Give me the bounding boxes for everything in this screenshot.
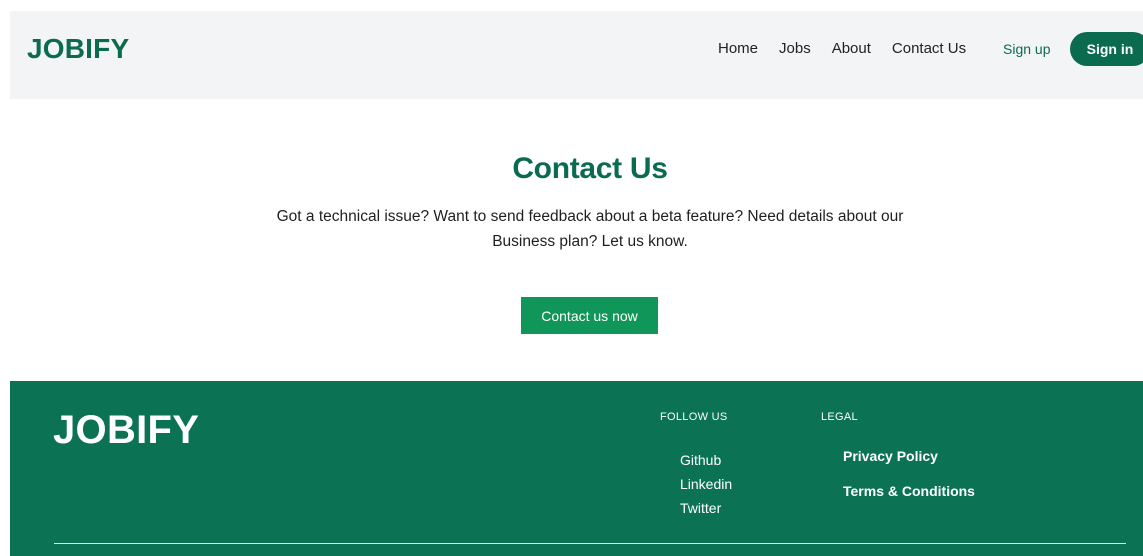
- legal-heading: LEGAL: [821, 411, 858, 423]
- privacy-policy-link[interactable]: Privacy Policy: [843, 447, 975, 465]
- github-link[interactable]: Github: [680, 448, 732, 472]
- page-title: Contact Us: [512, 152, 668, 185]
- nav-home[interactable]: Home: [718, 40, 758, 58]
- nav-jobs[interactable]: Jobs: [779, 40, 811, 58]
- header-logo[interactable]: JOBIFY: [27, 33, 129, 65]
- sign-up-link[interactable]: Sign up: [1003, 41, 1050, 57]
- sign-in-button[interactable]: Sign in: [1070, 32, 1143, 66]
- follow-us-heading: FOLLOW US: [660, 411, 728, 423]
- main-nav: Home Jobs About Contact Us: [718, 40, 966, 58]
- site-header: JOBIFY Home Jobs About Contact Us Sign u…: [10, 11, 1143, 99]
- nav-contact-us[interactable]: Contact Us: [892, 40, 966, 58]
- linkedin-link[interactable]: Linkedin: [680, 472, 732, 496]
- page: JOBIFY Home Jobs About Contact Us Sign u…: [0, 0, 1143, 556]
- terms-conditions-link[interactable]: Terms & Conditions: [843, 482, 975, 500]
- nav-about[interactable]: About: [832, 40, 871, 58]
- site-footer: JOBIFY FOLLOW US Github Linkedin Twitter…: [10, 381, 1143, 556]
- footer-divider: [54, 543, 1126, 544]
- twitter-link[interactable]: Twitter: [680, 496, 732, 520]
- contact-us-now-button[interactable]: Contact us now: [521, 297, 658, 334]
- legal-list: Privacy Policy Terms & Conditions: [843, 447, 975, 517]
- hero-description: Got a technical issue? Want to send feed…: [276, 208, 904, 250]
- follow-us-list: Github Linkedin Twitter: [680, 448, 732, 520]
- footer-logo[interactable]: JOBIFY: [53, 408, 199, 453]
